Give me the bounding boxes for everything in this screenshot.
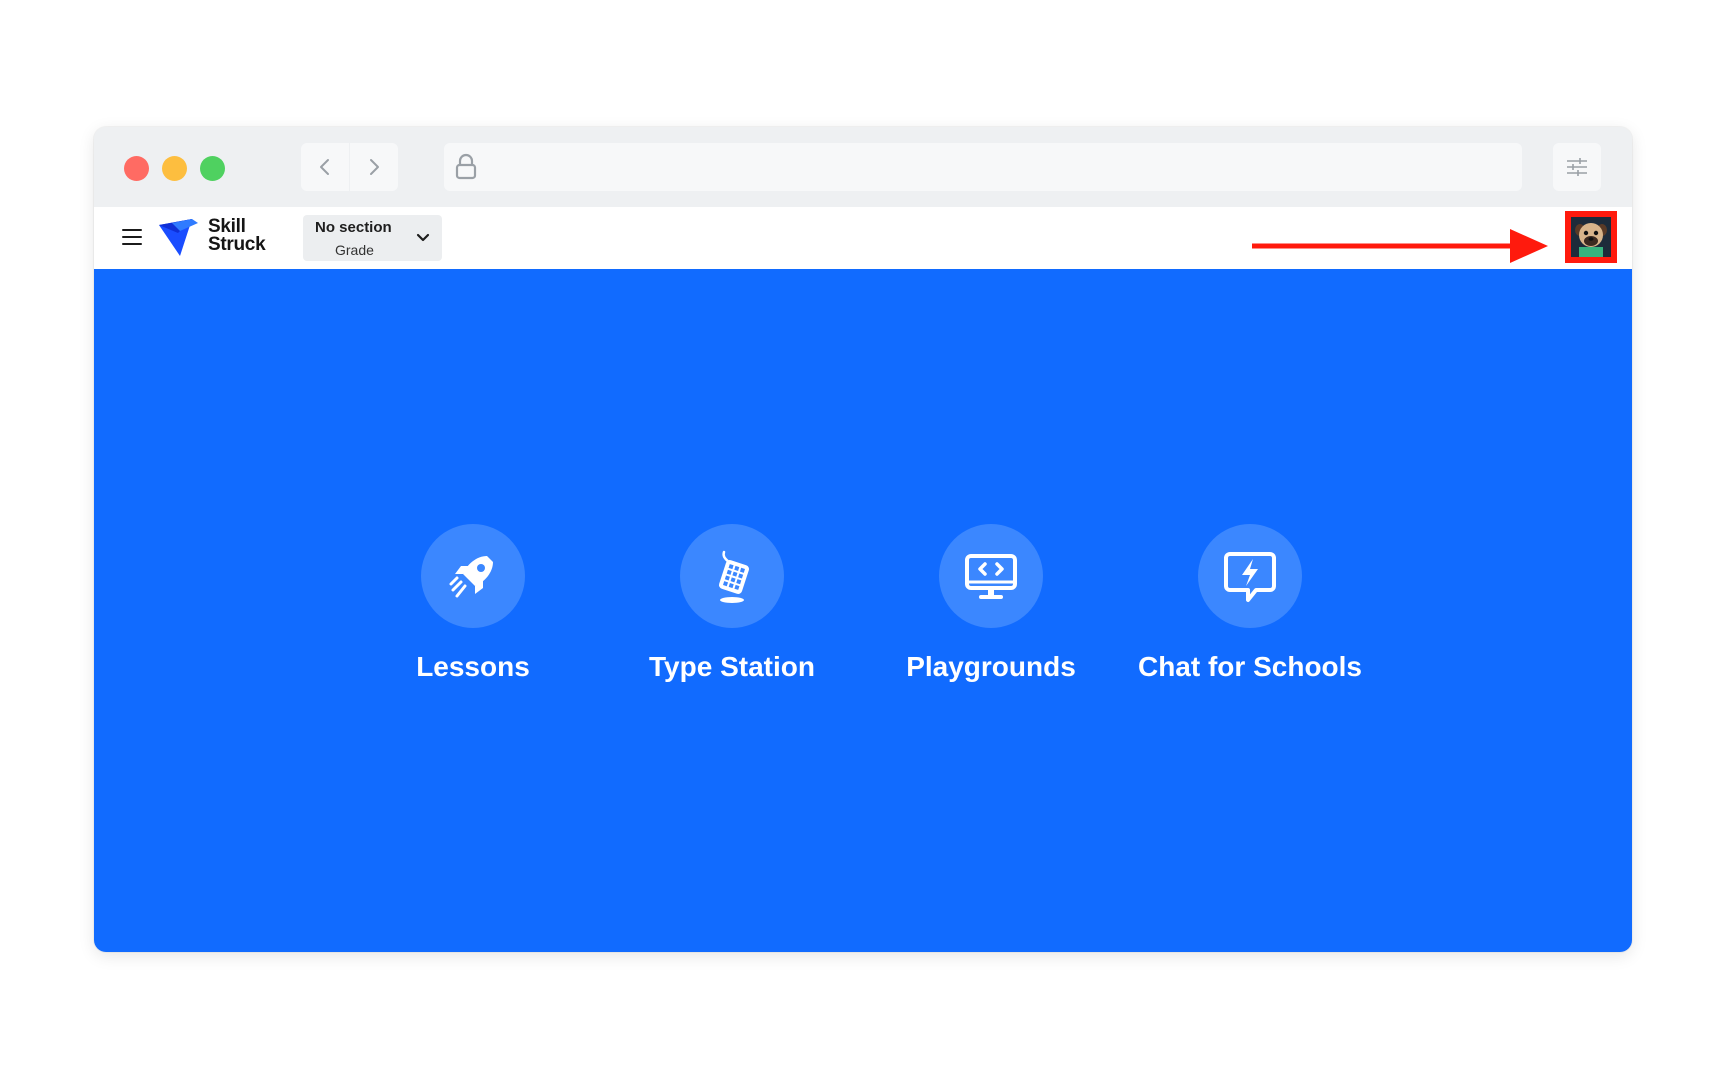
playgrounds-tile[interactable]: Playgrounds — [861, 524, 1121, 704]
section-sublabel: Grade — [335, 242, 374, 258]
code-monitor-icon — [939, 524, 1043, 628]
chat-for-schools-tile[interactable]: Chat for Schools — [1120, 524, 1380, 704]
lessons-label: Lessons — [416, 651, 530, 682]
logo-mark-icon — [159, 219, 198, 256]
close-window-button[interactable] — [124, 156, 149, 181]
browser-settings-button[interactable] — [1553, 143, 1601, 191]
type-station-label: Type Station — [649, 651, 815, 682]
chevron-left-icon — [320, 159, 329, 175]
chevron-down-icon — [416, 233, 430, 242]
avatar-highlight — [1565, 211, 1617, 263]
lock-icon — [454, 153, 478, 186]
maximize-window-button[interactable] — [200, 156, 225, 181]
forward-button[interactable] — [350, 143, 398, 191]
user-avatar-button[interactable] — [1571, 217, 1611, 257]
address-bar[interactable] — [444, 143, 1522, 191]
back-button[interactable] — [301, 143, 349, 191]
minimize-window-button[interactable] — [162, 156, 187, 181]
type-station-tile[interactable]: Type Station — [602, 524, 862, 704]
playgrounds-label: Playgrounds — [906, 651, 1076, 682]
browser-toolbar — [94, 127, 1632, 207]
pug-avatar-icon — [1571, 217, 1611, 257]
app-header: Skill Struck No section Grade — [94, 207, 1632, 269]
keypad-icon — [680, 524, 784, 628]
rocket-icon — [421, 524, 525, 628]
browser-window: Skill Struck No section Grade Lessons Ty… — [94, 127, 1632, 952]
chevron-right-icon — [370, 159, 379, 175]
chat-bolt-icon — [1198, 524, 1302, 628]
chat-for-schools-label: Chat for Schools — [1137, 651, 1362, 682]
section-dropdown[interactable]: No section Grade — [303, 215, 442, 261]
main-content: Lessons Type Station Playgrounds Chat fo… — [94, 269, 1632, 952]
logo-text-line2: Struck — [208, 234, 266, 255]
lessons-tile[interactable]: Lessons — [343, 524, 603, 704]
annotation-arrow — [1252, 229, 1548, 263]
sliders-icon — [1567, 158, 1587, 176]
section-selected-value: No section — [315, 219, 392, 236]
hamburger-icon[interactable] — [122, 229, 142, 245]
skillstruck-logo[interactable]: Skill Struck — [158, 217, 276, 259]
